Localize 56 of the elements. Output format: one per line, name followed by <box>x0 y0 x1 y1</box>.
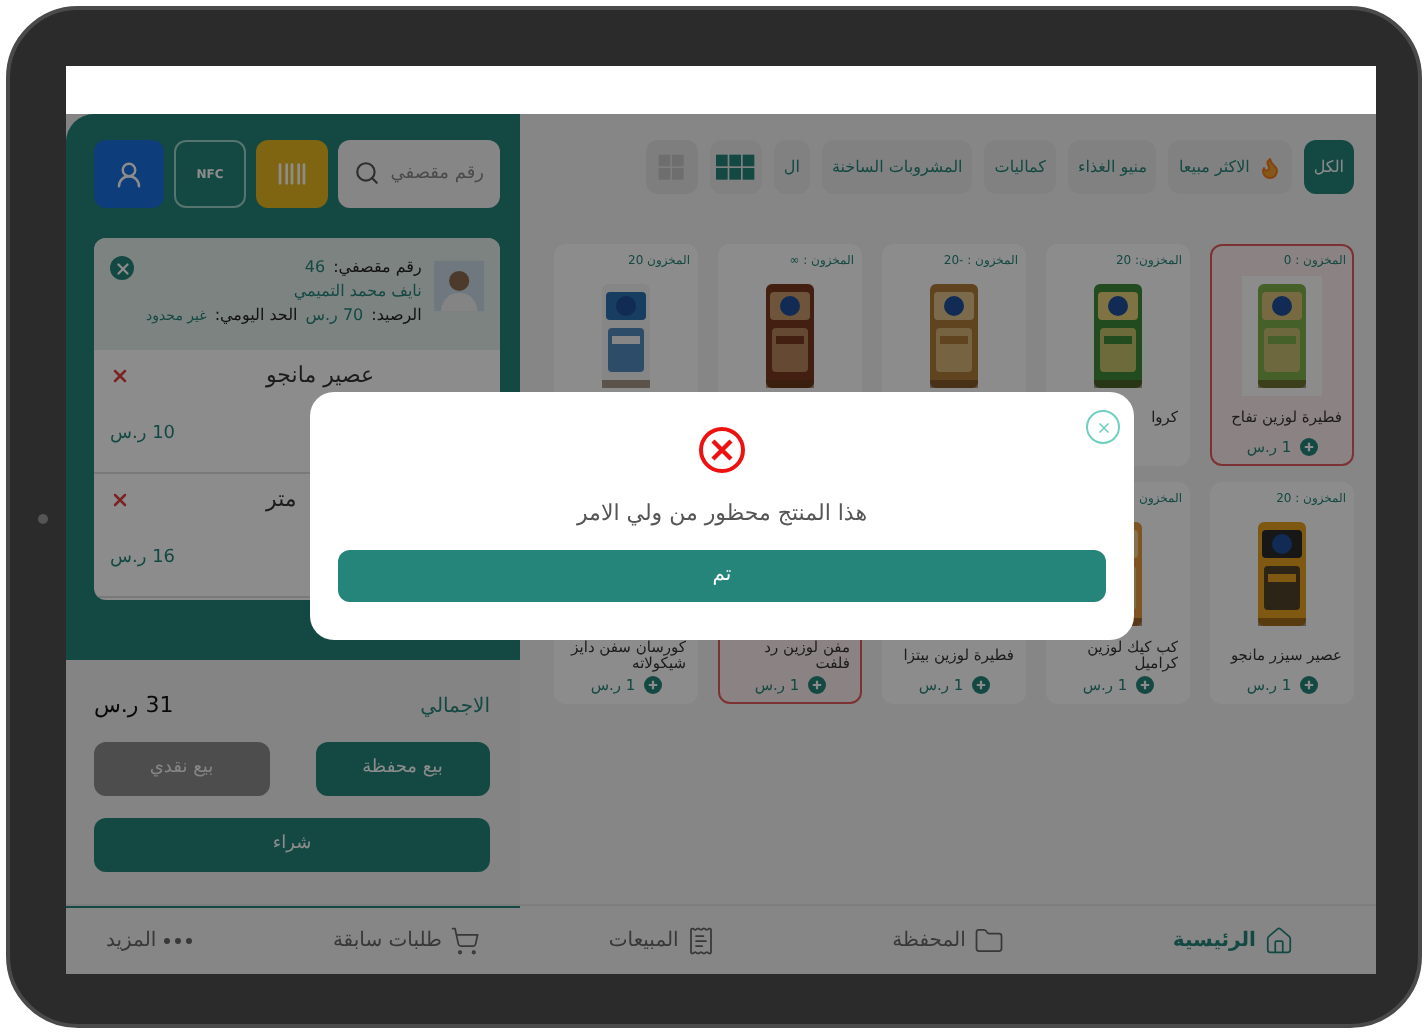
nav-item[interactable]: المزيد <box>106 926 193 956</box>
balance-value: 70 ر.س <box>305 304 364 328</box>
sale-button[interactable]: بيع محفظة <box>315 742 490 796</box>
item-price: 10 ر.س <box>110 422 176 448</box>
barcode-button[interactable] <box>256 140 328 208</box>
flame-icon <box>1257 155 1282 179</box>
home-icon <box>1263 925 1294 955</box>
customer-name: نايف محمد التميمي <box>291 280 422 304</box>
remove-customer-button[interactable] <box>110 256 134 280</box>
confirm-button[interactable]: تم <box>338 549 1106 601</box>
add-icon[interactable] <box>1299 438 1318 457</box>
add-icon[interactable] <box>1135 676 1154 695</box>
add-icon[interactable] <box>643 676 662 695</box>
error-icon <box>698 426 746 474</box>
nav-item[interactable]: المبيعات <box>608 925 717 955</box>
close-button[interactable] <box>1086 410 1120 444</box>
remove-icon[interactable] <box>110 490 130 510</box>
item-name: متر <box>263 483 299 516</box>
dialog-message: هذا المنتج محظور من ولي الامر <box>576 498 868 530</box>
grid-icon <box>715 153 756 181</box>
nav-item[interactable]: الرئيسية <box>1172 925 1294 955</box>
buy-button[interactable]: شراء <box>94 818 490 872</box>
grid-view-toggle[interactable] <box>645 140 698 194</box>
grid-view-toggle[interactable] <box>709 140 762 194</box>
barcode-icon <box>276 158 308 190</box>
category-tab[interactable]: ال <box>773 140 810 194</box>
receipt-icon <box>686 925 717 955</box>
add-icon[interactable] <box>971 676 990 695</box>
category-tab[interactable]: المشروبات الساخنة <box>821 140 973 194</box>
search-field[interactable]: رقم مقصفي <box>338 140 500 208</box>
card-number: 46 <box>304 256 326 280</box>
category-tab[interactable]: الكل <box>1303 140 1354 194</box>
total-label: الاجمالي <box>420 693 490 721</box>
limit-label: الحد اليومي: <box>214 304 298 328</box>
add-icon[interactable] <box>807 676 826 695</box>
item-name: عصير مانجو <box>263 359 377 392</box>
nav-item[interactable]: طلبات سابقة <box>332 926 480 956</box>
search-icon <box>354 160 380 186</box>
category-tab[interactable]: منيو الغذاء <box>1067 140 1157 194</box>
nav-item[interactable]: المحفظة <box>892 925 1004 955</box>
close-icon <box>113 259 131 277</box>
item-price: 16 ر.س <box>110 546 176 572</box>
total-value: 31 ر.س <box>94 689 174 722</box>
folder-icon <box>973 925 1004 955</box>
category-tab[interactable]: كماليات <box>984 140 1056 194</box>
close-icon <box>1095 419 1111 435</box>
cart-icon <box>450 926 480 956</box>
more-icon <box>164 938 193 944</box>
card-label: رقم مقصفي: <box>333 256 422 280</box>
avatar <box>433 256 484 316</box>
add-icon[interactable] <box>1299 676 1318 695</box>
category-tab[interactable]: الاكثر مبيعا <box>1168 140 1292 194</box>
remove-icon[interactable] <box>110 366 130 386</box>
user-icon <box>114 159 144 189</box>
support-button[interactable] <box>94 140 164 208</box>
balance-label: الرصيد: <box>371 304 422 328</box>
